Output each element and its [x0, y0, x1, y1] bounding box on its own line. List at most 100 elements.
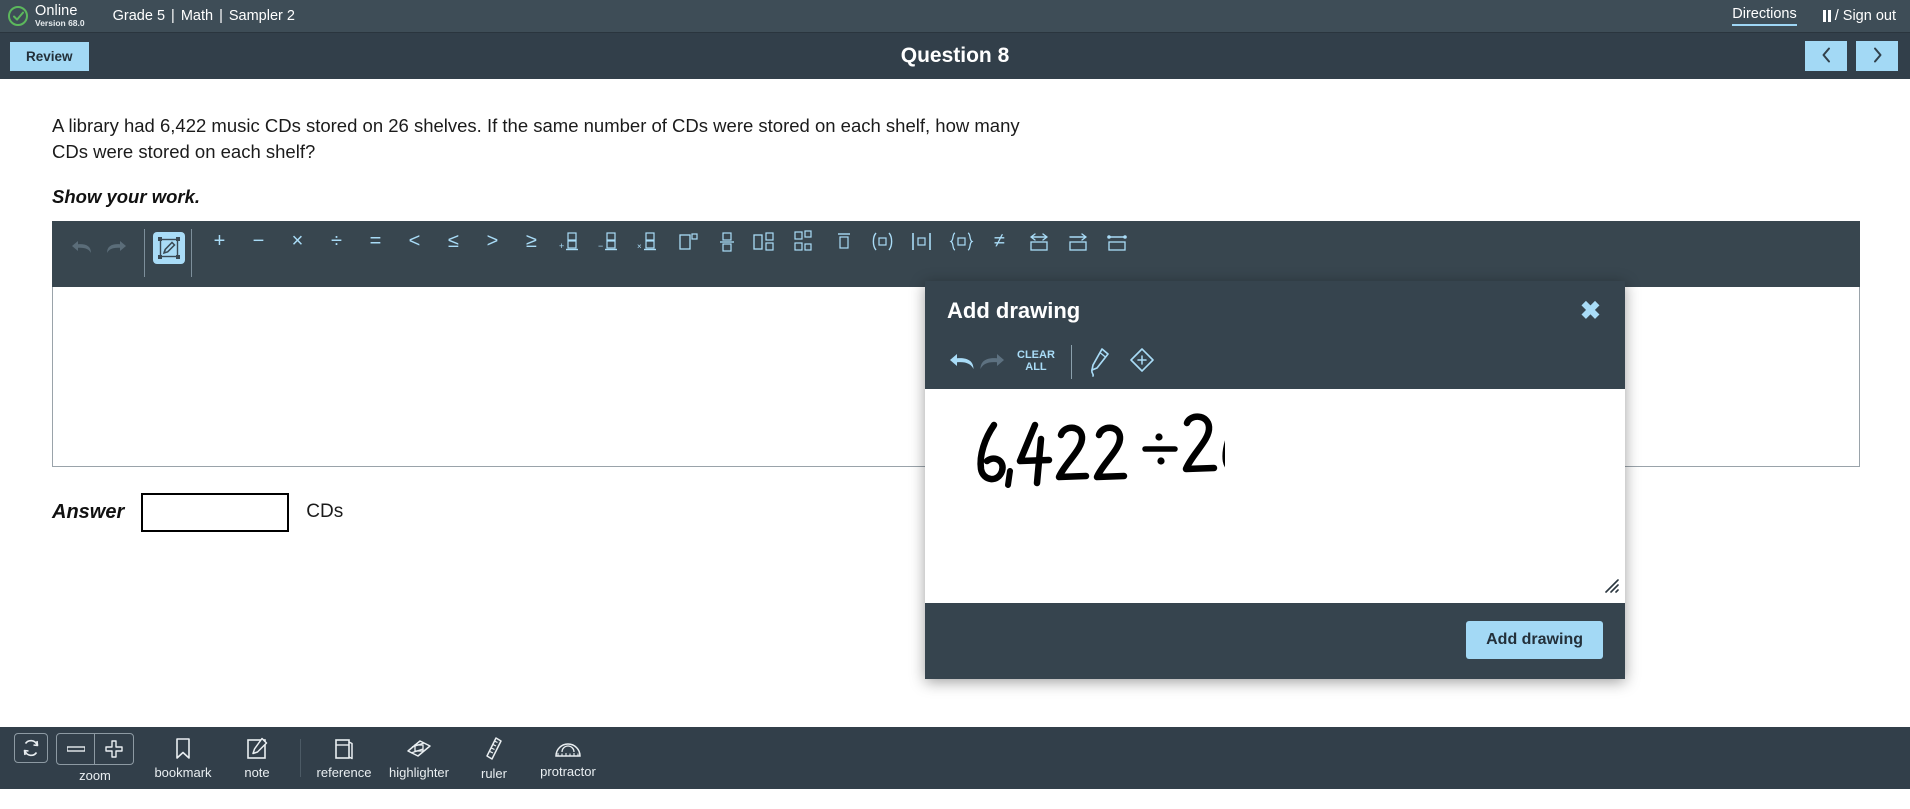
- overline-icon[interactable]: [824, 227, 863, 257]
- breadcrumb-separator: |: [219, 8, 223, 24]
- toolbar-divider: [300, 739, 301, 777]
- multiply-stacked-icon[interactable]: ×: [629, 227, 668, 257]
- symbol-not-equal[interactable]: ≠: [980, 227, 1019, 257]
- math-editor-toolbar: + − × ÷ = < ≤ > ≥ + − × ≠: [52, 220, 1860, 287]
- brand-logo: Online Version 68.0: [8, 4, 85, 27]
- undo-arrow-icon[interactable]: [70, 238, 94, 261]
- close-icon[interactable]: ✖: [1578, 298, 1603, 324]
- double-arrow-box-icon[interactable]: [1019, 227, 1058, 257]
- answer-input[interactable]: [141, 492, 290, 532]
- resize-grip-icon[interactable]: [1603, 577, 1619, 598]
- math-symbol-palette: + − × ÷ = < ≤ > ≥ + − × ≠: [200, 227, 1136, 257]
- answer-label: Answer: [52, 500, 125, 523]
- note-icon: [246, 737, 268, 764]
- dialog-header: Add drawing ✖: [925, 281, 1625, 339]
- eraser-tool-icon[interactable]: [1128, 347, 1156, 377]
- undo-arrow-icon[interactable]: [947, 351, 977, 373]
- bookmark-icon: [173, 737, 193, 764]
- protractor-label: protractor: [540, 764, 596, 779]
- symbol-less-than[interactable]: <: [395, 227, 434, 257]
- show-your-work-label: Show your work.: [52, 185, 201, 207]
- pause-icon: [1822, 10, 1831, 22]
- breadcrumb-subject: Math: [180, 8, 214, 24]
- symbol-minus[interactable]: −: [239, 227, 278, 257]
- note-label: note: [244, 765, 270, 780]
- pencil-tool-icon[interactable]: [1086, 347, 1112, 377]
- toolbar-divider: [191, 228, 192, 277]
- dialog-toolbar-divider: [1070, 345, 1072, 379]
- svg-text:−: −: [598, 241, 603, 251]
- symbol-greater-than[interactable]: >: [473, 227, 512, 257]
- breadcrumb-grade: Grade 5: [112, 8, 166, 24]
- exponent-icon[interactable]: [668, 227, 707, 257]
- symbol-greater-equal[interactable]: ≥: [512, 227, 551, 257]
- symbol-equals[interactable]: =: [356, 227, 395, 257]
- parentheses-icon[interactable]: [863, 227, 902, 257]
- right-arrow-box-icon[interactable]: [1058, 227, 1097, 257]
- protractor-tool-button[interactable]: protractor: [531, 738, 605, 778]
- directions-link[interactable]: Directions: [1732, 6, 1797, 26]
- zoom-reset-icon[interactable]: [14, 733, 48, 763]
- add-stacked-icon[interactable]: +: [551, 227, 590, 257]
- mixed-number-icon[interactable]: [746, 227, 785, 257]
- chevron-left-icon: [1821, 47, 1832, 66]
- sign-out-button[interactable]: / Sign out: [1822, 8, 1896, 24]
- ruler-label: ruler: [480, 766, 507, 781]
- breadcrumb-sampler: Sampler 2: [228, 8, 295, 24]
- zoom-label: zoom: [79, 768, 111, 783]
- bookmark-tool-button[interactable]: bookmark: [146, 737, 220, 779]
- zoom-in-button[interactable]: [95, 734, 133, 764]
- brand-name: Online: [35, 3, 78, 20]
- zoom-out-button[interactable]: [57, 734, 95, 764]
- clear-all-button[interactable]: CLEAR ALL: [1017, 350, 1055, 373]
- drawing-pencil-icon[interactable]: [153, 231, 185, 264]
- symbol-plus[interactable]: +: [200, 227, 239, 257]
- ruler-tool-button[interactable]: ruler: [457, 736, 531, 780]
- bookmark-label: bookmark: [154, 765, 212, 780]
- reference-label: reference: [316, 765, 372, 780]
- add-drawing-dialog: Add drawing ✖ CLEAR ALL Add drawing: [925, 281, 1625, 679]
- fraction-icon[interactable]: [707, 227, 746, 257]
- protractor-icon: [554, 738, 582, 763]
- redo-arrow-icon[interactable]: [104, 238, 128, 261]
- stacked-fraction-icon[interactable]: [785, 227, 824, 257]
- previous-question-button[interactable]: [1805, 41, 1847, 71]
- absolute-value-icon[interactable]: [902, 227, 941, 257]
- next-question-button[interactable]: [1856, 41, 1898, 71]
- reference-tool-button[interactable]: reference: [307, 737, 381, 779]
- drawing-canvas[interactable]: [925, 389, 1625, 603]
- svg-text:+: +: [559, 241, 564, 251]
- answer-unit-label: CDs: [306, 501, 344, 523]
- add-drawing-submit-button[interactable]: Add drawing: [1466, 621, 1603, 659]
- page-title: Question 8: [900, 44, 1010, 67]
- minus-icon: [66, 746, 85, 752]
- question-bar: Review Question 8: [0, 32, 1910, 79]
- segment-box-icon[interactable]: [1097, 227, 1136, 257]
- symbol-less-equal[interactable]: ≤: [434, 227, 473, 257]
- sign-out-label: / Sign out: [1834, 8, 1896, 24]
- chevron-right-icon: [1872, 47, 1883, 66]
- bottom-tool-bar: zoom bookmark note reference highlighter…: [0, 727, 1910, 789]
- breadcrumb: Grade 5 | Math | Sampler 2: [113, 8, 295, 24]
- highlighter-tool-button[interactable]: highlighter: [381, 737, 457, 779]
- question-navigation: [1805, 41, 1898, 71]
- breadcrumb-separator: |: [171, 8, 175, 24]
- question-text: A library had 6,422 music CDs stored on …: [52, 115, 1020, 163]
- question-content: A library had 6,422 music CDs stored on …: [0, 113, 1910, 789]
- review-button[interactable]: Review: [10, 41, 89, 71]
- toolbar-divider: [144, 228, 145, 277]
- redo-arrow-icon[interactable]: [977, 351, 1007, 373]
- symbol-divide[interactable]: ÷: [317, 227, 356, 257]
- dialog-title: Add drawing: [947, 298, 1081, 323]
- note-tool-button[interactable]: note: [220, 737, 294, 779]
- highlighter-label: highlighter: [389, 765, 449, 780]
- symbol-multiply[interactable]: ×: [278, 227, 317, 257]
- dialog-footer: Add drawing: [925, 603, 1625, 679]
- braces-icon[interactable]: [941, 227, 980, 257]
- zoom-controls: zoom: [14, 733, 146, 783]
- clear-all-line2: ALL: [1025, 361, 1047, 373]
- plus-icon: [105, 740, 123, 758]
- brand-version: Version 68.0: [35, 18, 85, 29]
- handwritten-expression: [977, 413, 1225, 488]
- subtract-stacked-icon[interactable]: −: [590, 227, 629, 257]
